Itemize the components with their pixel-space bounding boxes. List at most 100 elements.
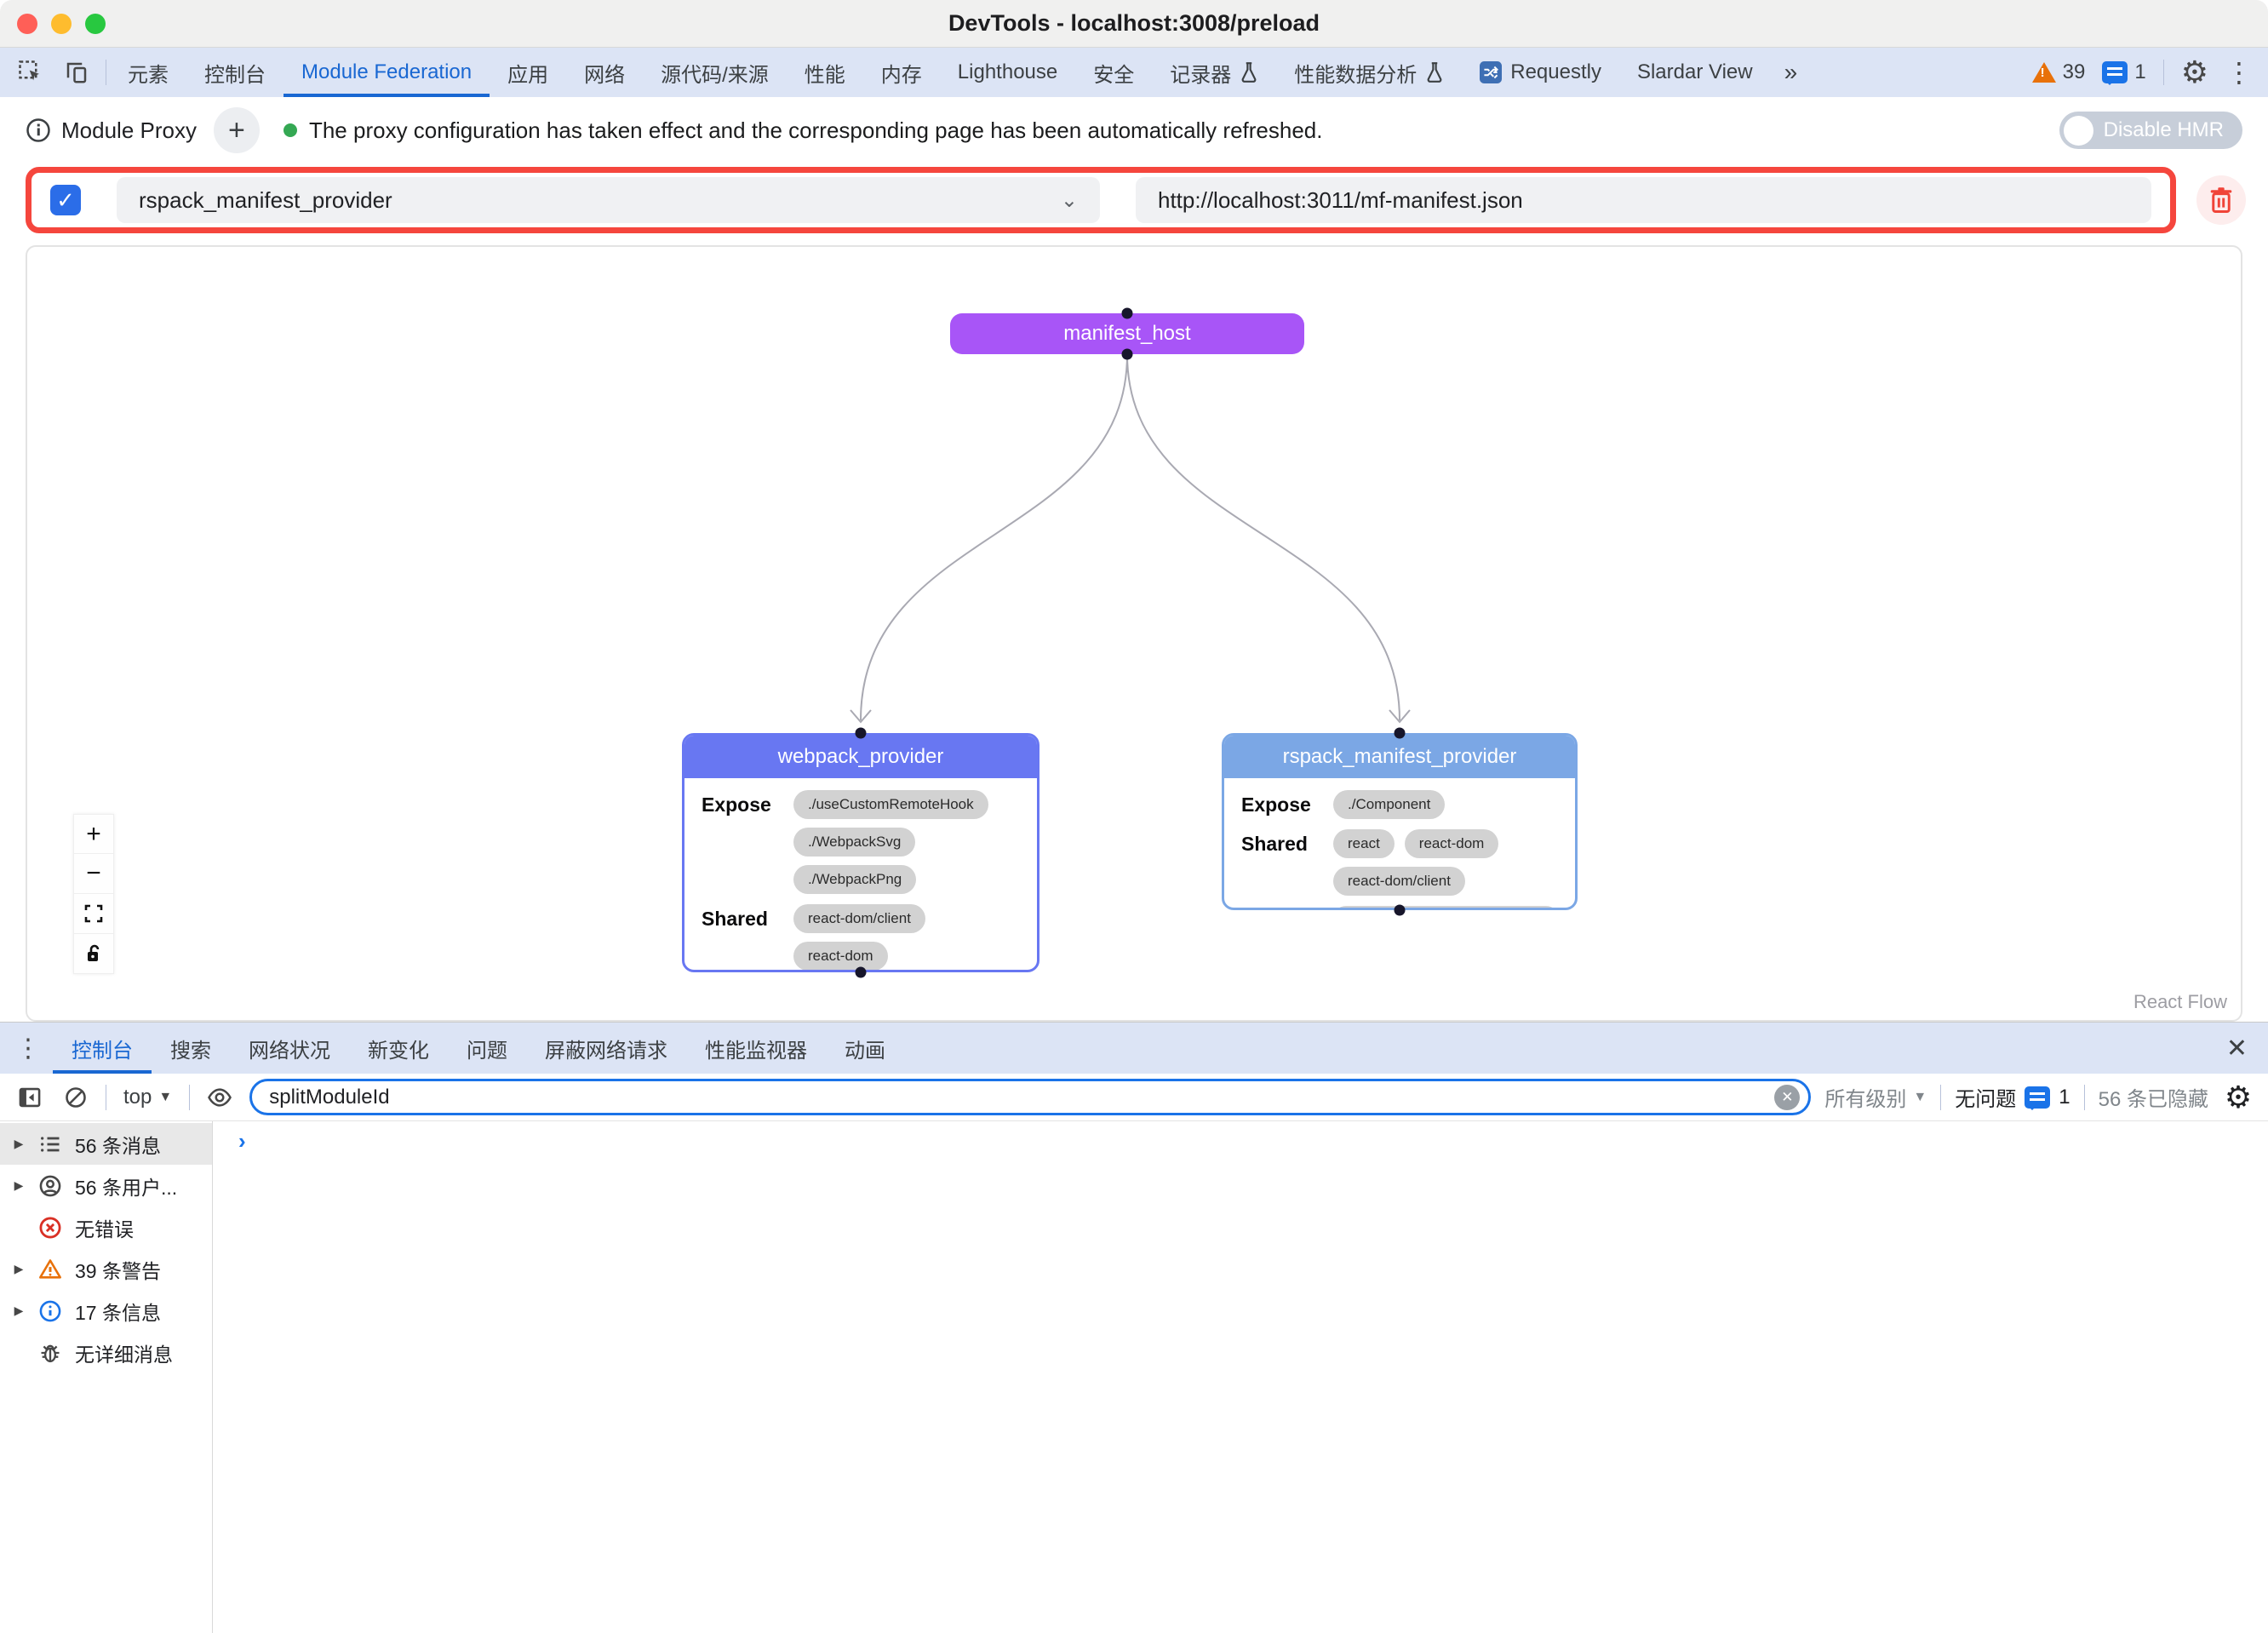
expand-arrow-icon[interactable]: ▶ — [12, 1304, 26, 1318]
clear-console-icon[interactable] — [60, 1081, 92, 1114]
console-sidebar-item[interactable]: ▶ 56 条用户... — [0, 1165, 212, 1206]
lock-button[interactable] — [73, 934, 114, 974]
drawer-tab-网络状况[interactable]: 网络状况 — [230, 1023, 349, 1074]
expose-pills: ./useCustomRemoteHook./WebpackSvg./Webpa… — [793, 790, 1020, 894]
handle-webpack-bottom[interactable] — [856, 967, 867, 978]
inspect-element-icon[interactable] — [12, 54, 49, 91]
shared-row: Sharedreactreact-domreact-dom/client — [1241, 829, 1558, 896]
handle-rspack-top[interactable] — [1395, 728, 1406, 739]
node-title[interactable]: rspack_manifest_provider — [1224, 736, 1575, 778]
handle-host-top[interactable] — [1122, 308, 1133, 319]
settings-gear-icon[interactable]: ⚙ — [2181, 57, 2208, 88]
tab-源代码-来源[interactable]: 源代码/来源 — [643, 48, 787, 97]
shared-pills: reactreact-domreact-dom/client — [1333, 829, 1558, 896]
expose-pill: ./Component — [1333, 790, 1445, 819]
tab-控制台[interactable]: 控制台 — [186, 48, 284, 97]
drawer-tab-动画[interactable]: 动画 — [826, 1023, 904, 1074]
live-expression-eye-icon[interactable] — [203, 1081, 236, 1114]
expose-row: Expose ./Component — [1241, 790, 1558, 819]
tab-应用[interactable]: 应用 — [490, 48, 566, 97]
shared-pills: react-dom/clientreact-domreact/jsx-dev-r… — [793, 904, 1020, 972]
drawer-tabbar: ⋮ 控制台搜索网络状况新变化问题屏蔽网络请求性能监视器动画 ✕ — [0, 1023, 2268, 1074]
close-drawer-icon[interactable]: ✕ — [2206, 1023, 2268, 1074]
expand-arrow-icon[interactable]: ▶ — [12, 1178, 26, 1193]
console-filter-input[interactable] — [269, 1086, 1766, 1109]
node-title[interactable]: webpack_provider — [684, 736, 1037, 778]
device-toolbar-icon[interactable] — [58, 54, 95, 91]
console-sidebar-label: 56 条用户... — [75, 1172, 177, 1200]
console-sidebar-item[interactable]: 无详细消息 — [0, 1332, 212, 1373]
kebab-menu-icon[interactable]: ⋮ — [2225, 59, 2253, 86]
module-graph-panel[interactable]: manifest_host webpack_provider Expose./u… — [26, 245, 2242, 1022]
node-webpack-provider[interactable]: webpack_provider Expose./useCustomRemote… — [682, 733, 1040, 972]
add-proxy-rule-button[interactable]: + — [214, 107, 260, 153]
issues-status[interactable]: 无问题 1 — [1955, 1082, 2070, 1112]
drawer-tab-问题[interactable]: 问题 — [448, 1023, 526, 1074]
proxy-rule-checkbox[interactable]: ✓ — [50, 185, 81, 215]
log-levels-dropdown[interactable]: 所有级别 ▼ — [1824, 1082, 1927, 1112]
console-sidebar-item[interactable]: ▶17 条信息 — [0, 1290, 212, 1332]
console-body: ▶56 条消息▶56 条用户...无错误▶39 条警告▶17 条信息无详细消息 … — [0, 1121, 2268, 1633]
drawer-tab-新变化[interactable]: 新变化 — [349, 1023, 448, 1074]
tab-slardar-view[interactable]: Slardar View — [1619, 48, 1771, 97]
handle-host-bottom[interactable] — [1122, 349, 1133, 360]
node-rspack-manifest-provider[interactable]: rspack_manifest_provider Expose ./Compone… — [1222, 733, 1578, 910]
info-icon[interactable] — [26, 117, 51, 143]
clear-filter-icon[interactable]: ✕ — [1774, 1085, 1800, 1110]
console-sidebar-item[interactable]: ▶56 条消息 — [0, 1123, 212, 1165]
tab-label: 网络 — [584, 58, 625, 88]
expose-pill: ./WebpackSvg — [793, 828, 915, 857]
tab-性能数据分析[interactable]: 性能数据分析 — [1276, 48, 1462, 97]
expose-label: Expose — [1241, 790, 1326, 816]
tab-安全[interactable]: 安全 — [1075, 48, 1152, 97]
tab-label: 控制台 — [204, 58, 266, 88]
delete-rule-button[interactable] — [2196, 175, 2246, 225]
tab-module-federation[interactable]: Module Federation — [284, 48, 490, 97]
manifest-url-input[interactable] — [1136, 177, 2151, 223]
issue-count-badge[interactable]: 1 — [2102, 60, 2145, 84]
zoom-out-button[interactable]: − — [73, 854, 114, 894]
tab-内存[interactable]: 内存 — [863, 48, 940, 97]
console-sidebar-label: 无错误 — [75, 1213, 134, 1242]
drawer-tab-控制台[interactable]: 控制台 — [53, 1023, 152, 1074]
warning-count-badge[interactable]: 39 — [2032, 60, 2086, 84]
zoom-in-button[interactable]: + — [73, 814, 114, 854]
disable-hmr-toggle[interactable]: Disable HMR — [2059, 112, 2242, 149]
context-selector[interactable]: top ▼ — [120, 1086, 175, 1109]
drawer-tab-性能监视器[interactable]: 性能监视器 — [686, 1023, 826, 1074]
provider-select[interactable]: rspack_manifest_provider ⌄ — [117, 177, 1100, 223]
tab-性能[interactable]: 性能 — [787, 48, 863, 97]
tab-网络[interactable]: 网络 — [566, 48, 643, 97]
expand-arrow-icon[interactable]: ▶ — [12, 1137, 26, 1151]
drawer-tab-屏蔽网络请求[interactable]: 屏蔽网络请求 — [526, 1023, 686, 1074]
error-icon — [37, 1215, 63, 1241]
console-messages-area[interactable]: › — [213, 1121, 2268, 1633]
tab-lighthouse[interactable]: Lighthouse — [940, 48, 1075, 97]
fit-view-button[interactable] — [73, 894, 114, 934]
expand-arrow-icon[interactable]: ▶ — [12, 1262, 26, 1276]
drawer-tab-搜索[interactable]: 搜索 — [152, 1023, 230, 1074]
console-sidebar-toggle-icon[interactable] — [14, 1081, 46, 1114]
graph-edges — [27, 247, 2241, 1020]
expose-label: Expose — [702, 790, 787, 816]
more-tabs-button[interactable]: » — [1771, 48, 1812, 97]
expand-chevron-icon[interactable]: › — [238, 1128, 246, 1155]
drawer-kebab-menu-icon[interactable]: ⋮ — [0, 1023, 53, 1074]
module-proxy-title: Module Proxy — [61, 117, 197, 144]
react-flow-attribution[interactable]: React Flow — [2133, 991, 2227, 1013]
tab-记录器[interactable]: 记录器 — [1152, 48, 1276, 97]
module-proxy-header: Module Proxy + The proxy configuration h… — [0, 97, 2268, 163]
caret-down-icon: ▼ — [158, 1090, 172, 1105]
console-sidebar: ▶56 条消息▶56 条用户...无错误▶39 条警告▶17 条信息无详细消息 — [0, 1121, 213, 1633]
console-settings-gear-icon[interactable]: ⚙ — [2222, 1081, 2254, 1114]
handle-rspack-bottom[interactable] — [1395, 905, 1406, 916]
issues-bubble-icon — [2025, 1086, 2050, 1109]
tab-元素[interactable]: 元素 — [110, 48, 186, 97]
log-levels-label: 所有级别 — [1824, 1082, 1906, 1112]
tab-label: Module Federation — [301, 60, 472, 84]
console-sidebar-item[interactable]: 无错误 — [0, 1206, 212, 1248]
shared-pill: react-dom — [793, 942, 888, 971]
handle-webpack-top[interactable] — [856, 728, 867, 739]
tab-requestly[interactable]: Requestly — [1462, 48, 1619, 97]
console-sidebar-item[interactable]: ▶39 条警告 — [0, 1248, 212, 1290]
